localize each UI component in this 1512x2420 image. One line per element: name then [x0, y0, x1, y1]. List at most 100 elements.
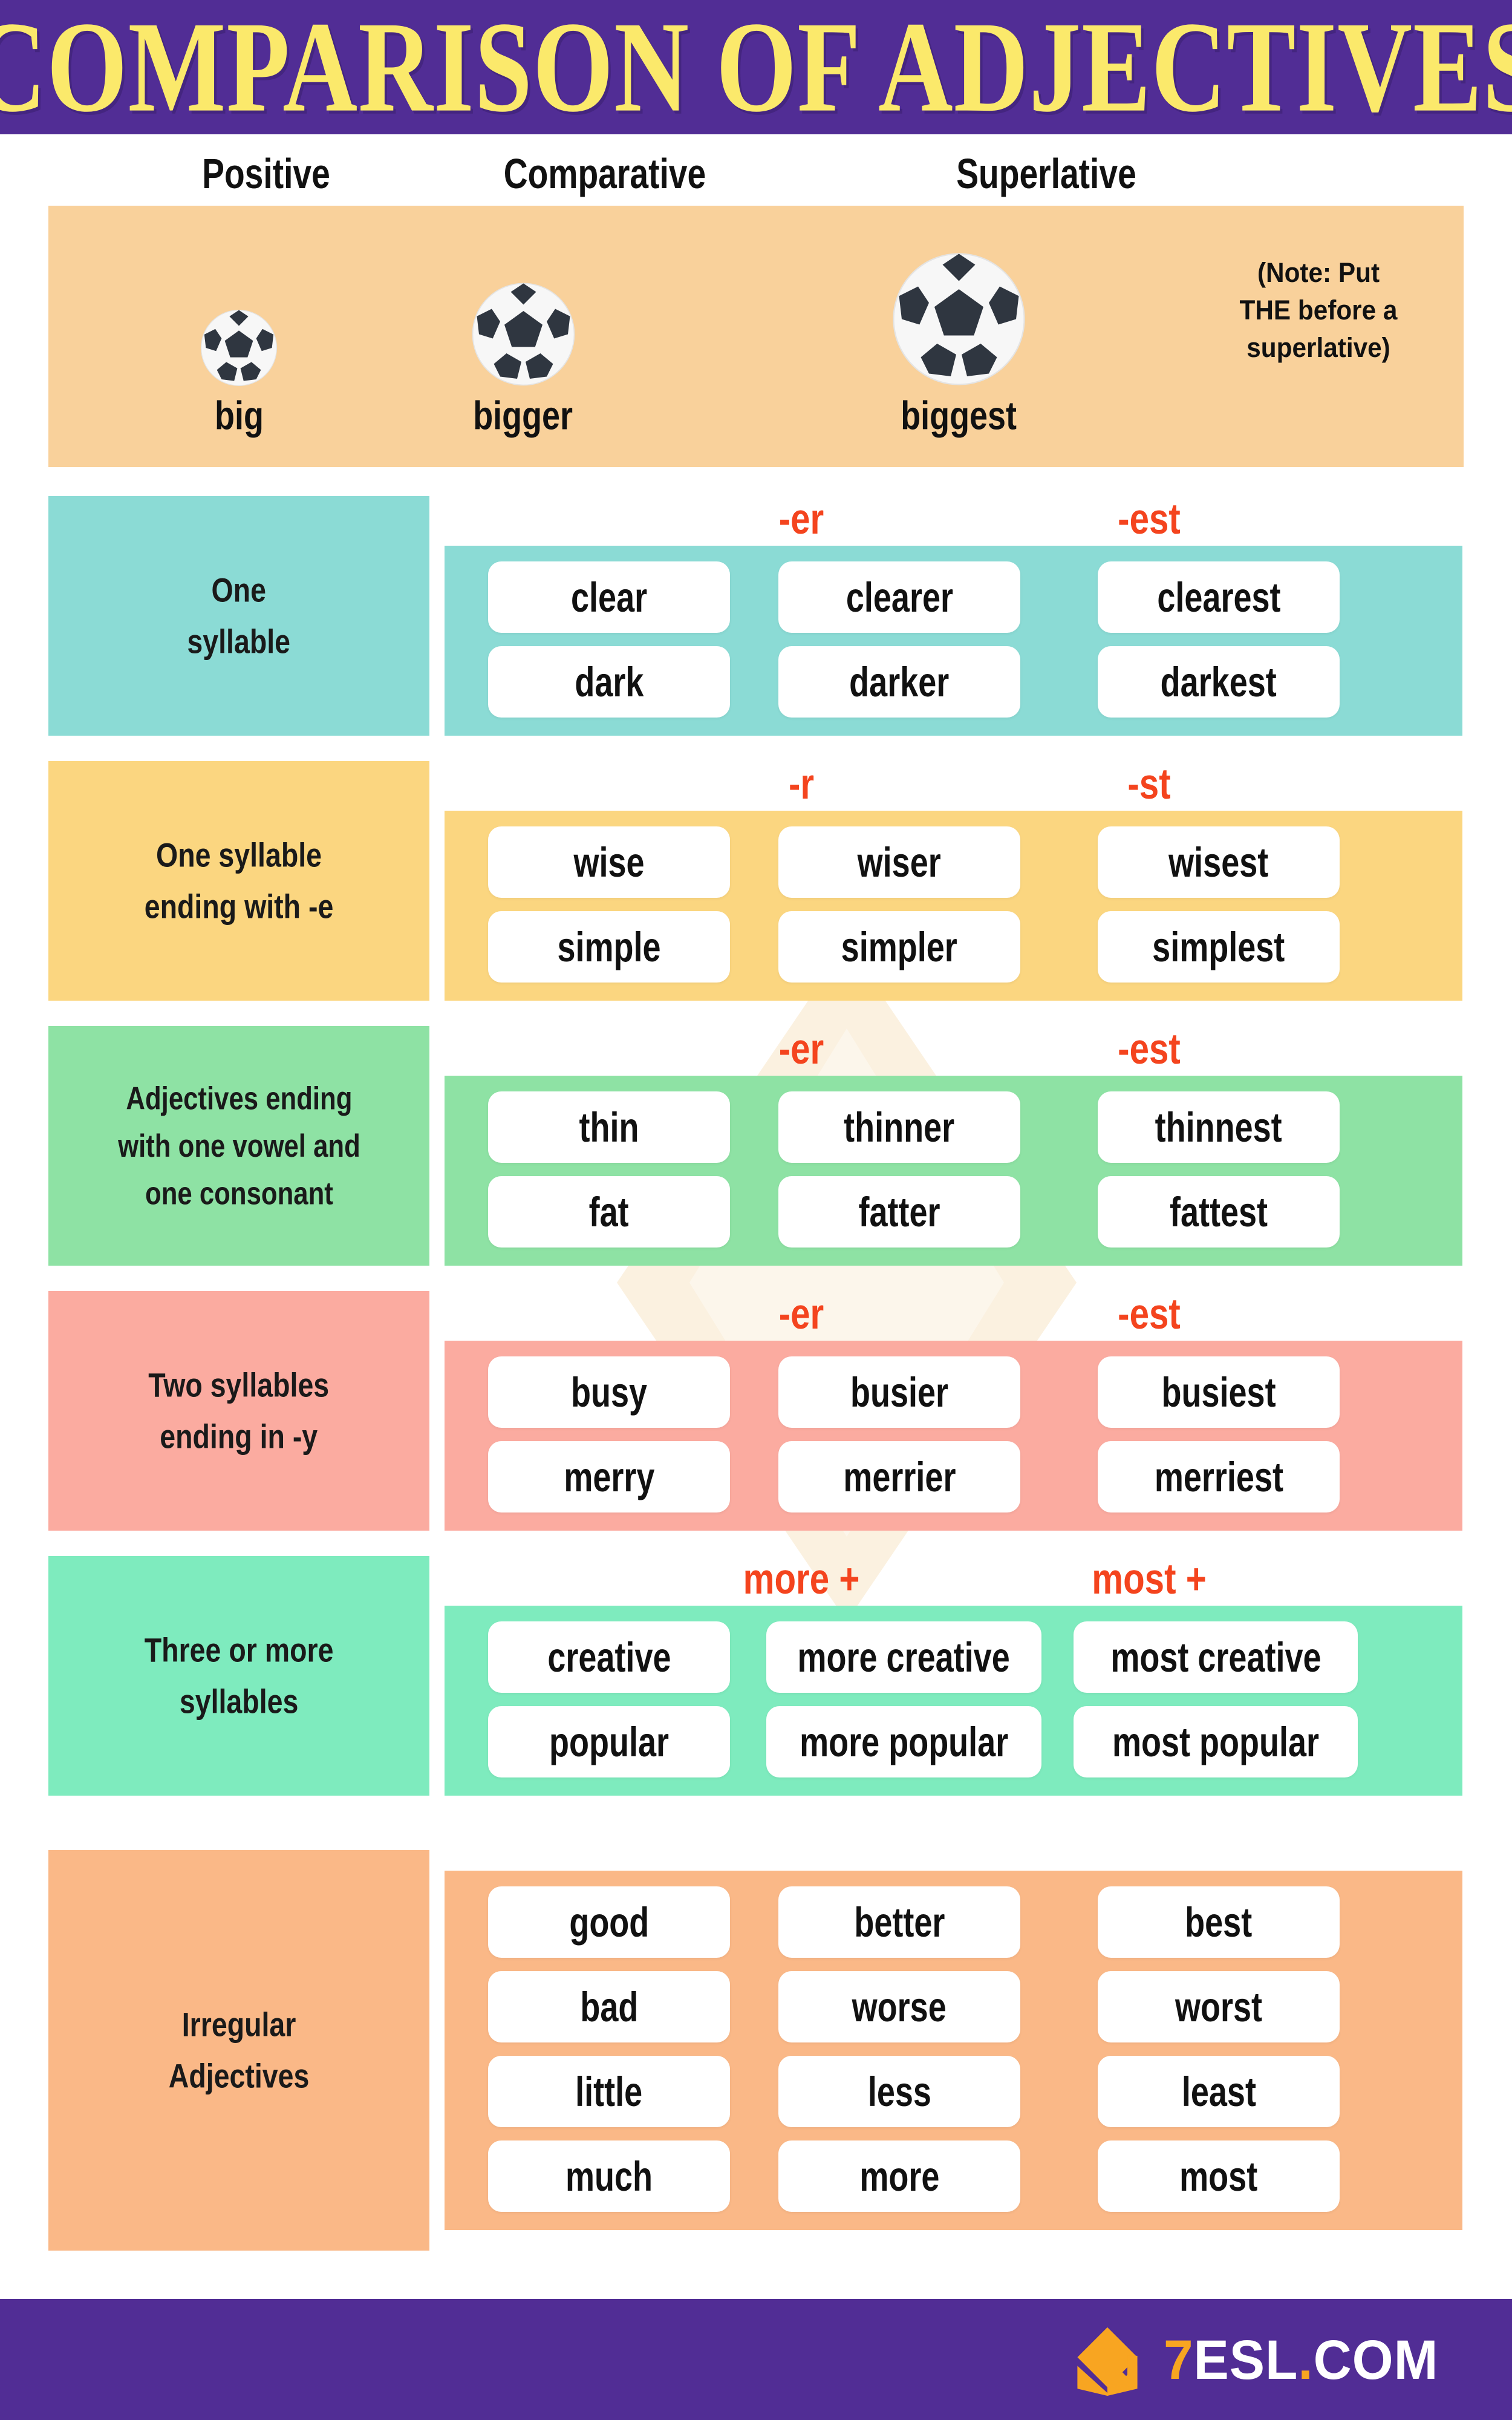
- word-card-comparative: more creative: [766, 1621, 1041, 1693]
- word-row: wise wiser wisest: [445, 826, 1462, 898]
- word-card-text: little: [575, 2068, 643, 2115]
- suffix-superlative-one-syllable: -est: [1118, 495, 1181, 544]
- rule-label-irregular-adjectives: Irregular Adjectives: [163, 1999, 314, 2102]
- word-card-superlative: most creative: [1074, 1621, 1358, 1693]
- logo-mark-icon: [1077, 2327, 1138, 2396]
- rule-label-line: One: [211, 571, 267, 609]
- suffix-superlative-two-syllables-y: -est: [1118, 1290, 1181, 1339]
- word-card-comparative: clearer: [778, 561, 1020, 633]
- word-card-comparative: wiser: [778, 826, 1020, 898]
- word-card-positive: little: [488, 2056, 730, 2127]
- word-card-text: dark: [574, 658, 644, 705]
- superlative-note: (Note: Put THE before a superlative): [1205, 254, 1432, 367]
- suffix-superlative-three-or-more-syllables: most +: [1092, 1555, 1207, 1604]
- word-card-text: thinner: [844, 1104, 955, 1151]
- word-card-superlative: fattest: [1098, 1176, 1340, 1248]
- word-card-positive: clear: [488, 561, 730, 633]
- word-card-superlative: thinnest: [1098, 1091, 1340, 1163]
- word-card-superlative: clearest: [1098, 561, 1340, 633]
- page-title: COMPARISON OF ADJECTIVES: [0, 0, 1512, 140]
- word-card-superlative: best: [1098, 1886, 1340, 1958]
- rule-label-one-syllable: One syllable: [181, 564, 296, 667]
- soccer-ball-icon-small: [200, 206, 278, 387]
- intro-label-comparative: bigger: [473, 393, 573, 439]
- column-heading-superlative: Superlative: [956, 150, 1136, 197]
- word-card-text: better: [853, 1898, 945, 1946]
- suffix-row-one-vowel-one-consonant: -er -est: [445, 1025, 1462, 1073]
- word-card-text: more creative: [797, 1634, 1011, 1681]
- word-card-text: merry: [563, 1453, 655, 1500]
- note-line-2: THE before a: [1239, 295, 1398, 325]
- word-card-superlative: wisest: [1098, 826, 1340, 898]
- soccer-ball-icon-medium: [471, 206, 576, 387]
- word-card-text: creative: [547, 1634, 671, 1681]
- logo-seven: 7: [1163, 2329, 1194, 2391]
- intro-example-band: big bigger biggest (Note: Put THE before…: [48, 206, 1464, 467]
- word-card-text: fattest: [1169, 1188, 1268, 1235]
- word-card-text: less: [867, 2068, 931, 2115]
- rule-label-panel-three-or-more-syllables: Three or more syllables: [48, 1556, 429, 1796]
- rule-label-line: One syllable: [156, 836, 322, 874]
- rule-grid-panel-one-syllable-ending-e: wise wiser wisest simple simpler simplest: [445, 811, 1462, 1001]
- word-card-superlative: worst: [1098, 1971, 1340, 2042]
- word-card-text: thinnest: [1155, 1104, 1282, 1151]
- word-card-text: clearest: [1156, 574, 1281, 621]
- word-card-text: busier: [850, 1369, 949, 1416]
- word-row: fat fatter fattest: [445, 1176, 1462, 1248]
- rule-label-line: with one vowel and: [117, 1127, 360, 1164]
- word-row: dark darker darkest: [445, 646, 1462, 718]
- word-card-text: least: [1181, 2068, 1256, 2115]
- word-card-text: simple: [557, 923, 661, 970]
- intro-cell-comparative: bigger: [423, 206, 623, 467]
- word-row: good better best: [445, 1886, 1462, 1958]
- word-card-superlative: darkest: [1098, 646, 1340, 718]
- suffix-row-two-syllables-y: -er -est: [445, 1290, 1462, 1338]
- word-card-positive: popular: [488, 1706, 730, 1777]
- rule-label-three-or-more-syllables: Three or more syllables: [138, 1624, 339, 1727]
- rule-label-line: Two syllables: [148, 1366, 330, 1404]
- intro-cell-superlative: biggest: [859, 206, 1058, 467]
- word-card-text: worst: [1175, 1983, 1263, 2030]
- word-card-text: much: [565, 2153, 653, 2200]
- word-card-comparative: thinner: [778, 1091, 1020, 1163]
- word-card-comparative: busier: [778, 1356, 1020, 1428]
- word-card-text: most: [1179, 2153, 1258, 2200]
- word-card-comparative: simpler: [778, 911, 1020, 983]
- word-card-comparative: less: [778, 2056, 1020, 2127]
- word-card-comparative: worse: [778, 1971, 1020, 2042]
- word-row: bad worse worst: [445, 1971, 1462, 2042]
- word-card-comparative: more popular: [766, 1706, 1041, 1777]
- word-row: merry merrier merriest: [445, 1441, 1462, 1512]
- suffix-row-one-syllable-ending-e: -r -st: [445, 760, 1462, 808]
- intro-cell-positive: big: [139, 206, 339, 467]
- logo-com: COM: [1313, 2329, 1439, 2391]
- rule-label-panel-one-syllable-ending-e: One syllable ending with -e: [48, 761, 429, 1001]
- word-card-text: busiest: [1161, 1369, 1276, 1416]
- word-card-text: good: [569, 1898, 649, 1946]
- suffix-comparative-one-syllable: -er: [778, 495, 824, 544]
- logo-esl: ESL: [1193, 2329, 1299, 2391]
- suffix-superlative-one-syllable-ending-e: -st: [1127, 760, 1171, 809]
- word-card-positive: simple: [488, 911, 730, 983]
- word-row: popular more popular most popular: [445, 1706, 1462, 1777]
- intro-label-superlative: biggest: [901, 393, 1017, 439]
- word-card-text: most popular: [1112, 1718, 1319, 1765]
- rule-label-panel-one-vowel-one-consonant: Adjectives ending with one vowel and one c…: [48, 1026, 429, 1266]
- word-card-superlative: merriest: [1098, 1441, 1340, 1512]
- word-card-text: merrier: [842, 1453, 956, 1500]
- word-card-comparative: better: [778, 1886, 1020, 1958]
- column-headings: Positive Comparative Superlative: [0, 145, 1512, 197]
- site-logo[interactable]: 7ESL.COM: [1072, 2324, 1445, 2396]
- word-card-text: more popular: [799, 1718, 1009, 1765]
- suffix-row-three-or-more-syllables: more + most +: [445, 1555, 1462, 1603]
- word-card-positive: dark: [488, 646, 730, 718]
- logo-dot: .: [1298, 2329, 1314, 2391]
- soccer-ball-icon-large: [891, 206, 1027, 387]
- word-card-text: popular: [549, 1718, 669, 1765]
- word-row: clear clearer clearest: [445, 561, 1462, 633]
- word-card-text: bad: [579, 1983, 638, 2030]
- rule-grid-panel-three-or-more-syllables: creative more creative most creative popula…: [445, 1606, 1462, 1796]
- word-card-positive: merry: [488, 1441, 730, 1512]
- suffix-row-one-syllable: -er -est: [445, 495, 1462, 543]
- rule-label-panel-one-syllable: One syllable: [48, 496, 429, 736]
